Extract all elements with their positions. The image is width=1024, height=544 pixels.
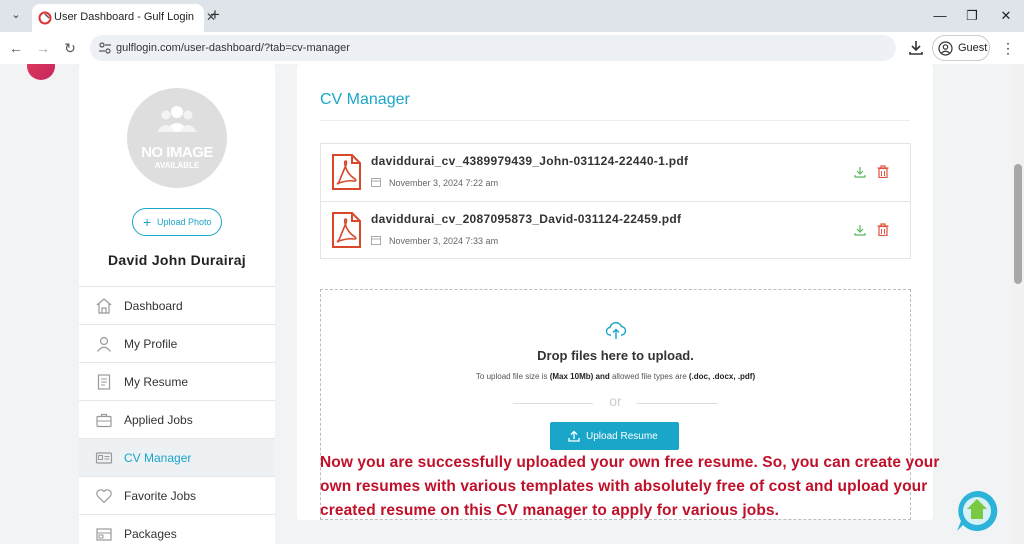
download-icon[interactable] [906, 38, 926, 58]
briefcase-icon [96, 413, 112, 428]
sidebar-item-label: My Resume [124, 375, 189, 389]
upload-icon [568, 430, 580, 442]
scrollbar-thumb[interactable] [1014, 164, 1022, 284]
file-date: November 3, 2024 7:33 am [389, 236, 499, 246]
sidebar-item-cv-manager[interactable]: CV Manager [79, 438, 275, 476]
tab-search-chevron-icon[interactable]: ⌄ [6, 5, 26, 25]
tab-title: User Dashboard - Gulf Login [54, 11, 195, 23]
forward-arrow-icon[interactable]: → [33, 38, 53, 58]
dropzone-title: Drop files here to upload. [537, 348, 694, 363]
package-icon [96, 528, 112, 541]
avatar: NO IMAGE AVAILABLE [127, 88, 227, 188]
calendar-icon [371, 178, 381, 187]
profile-icon [97, 336, 111, 352]
sidebar-item-label: Packages [124, 527, 177, 541]
dashboard-sidebar: NO IMAGE AVAILABLE + Upload Photo David … [79, 64, 275, 544]
resume-icon [97, 374, 111, 390]
available-text: AVAILABLE [154, 161, 200, 170]
download-icon[interactable] [854, 166, 866, 178]
restore-button[interactable]: ❐ [962, 6, 982, 26]
browser-menu-icon[interactable]: ⋮ [998, 38, 1018, 58]
chat-home-icon[interactable] [953, 487, 1001, 535]
browser-tab[interactable]: User Dashboard - Gulf Login ✕ [32, 4, 216, 32]
sidebar-item-packages[interactable]: Packages [79, 514, 275, 544]
back-arrow-icon[interactable]: ← [6, 38, 26, 58]
pdf-file-icon [332, 212, 361, 248]
address-bar[interactable]: gulflogin.com/user-dashboard/?tab=cv-man… [90, 35, 896, 61]
or-separator: or [609, 393, 622, 409]
title-divider [320, 120, 910, 121]
trash-icon[interactable] [877, 165, 889, 178]
upload-resume-label: Upload Resume [586, 431, 658, 442]
guest-label: Guest [958, 42, 988, 54]
sidebar-item-label: CV Manager [124, 451, 192, 465]
browser-tab-bar: ⌄ User Dashboard - Gulf Login ✕ + — ❐ ✕ [0, 0, 1024, 32]
reload-icon[interactable]: ↻ [60, 38, 80, 58]
browser-toolbar: ← → ↻ gulflogin.com/user-dashboard/?tab=… [0, 32, 1024, 64]
file-name[interactable]: daviddurai_cv_2087095873_David-031124-22… [371, 212, 681, 226]
dashboard-icon [96, 298, 112, 314]
annotation-caption: Now you are successfully uploaded your o… [320, 454, 940, 519]
user-name: David John Durairaj [108, 252, 246, 268]
new-tab-button[interactable]: + [210, 5, 220, 25]
or-divider-right [636, 403, 718, 404]
file-date: November 3, 2024 7:22 am [389, 178, 499, 188]
download-icon[interactable] [854, 224, 866, 236]
upload-resume-button[interactable]: Upload Resume [550, 422, 679, 450]
user-group-placeholder-icon [157, 106, 197, 132]
cv-file-list: daviddurai_cv_4389979439_John-031124-224… [320, 143, 911, 259]
page-title: CV Manager [320, 91, 410, 108]
minimize-button[interactable]: — [930, 6, 950, 26]
sidebar-item-my-resume[interactable]: My Resume [79, 362, 275, 400]
gulf-login-favicon-icon [38, 11, 52, 25]
sidebar-menu: Dashboard My Profile My Resume Applied J… [79, 286, 275, 544]
sidebar-item-favorite-jobs[interactable]: Favorite Jobs [79, 476, 275, 514]
list-item: daviddurai_cv_2087095873_David-031124-22… [321, 201, 910, 258]
sidebar-item-my-profile[interactable]: My Profile [79, 324, 275, 362]
cloud-upload-icon [605, 321, 627, 339]
id-card-icon [95, 452, 113, 464]
site-settings-icon[interactable] [98, 41, 112, 55]
sidebar-item-applied-jobs[interactable]: Applied Jobs [79, 400, 275, 438]
upload-photo-label: Upload Photo [157, 217, 212, 227]
sidebar-item-dashboard[interactable]: Dashboard [79, 286, 275, 324]
sidebar-item-label: Favorite Jobs [124, 489, 197, 503]
no-image-text: NO IMAGE [141, 144, 213, 161]
sidebar-item-label: My Profile [124, 337, 178, 351]
dropzone-hint: To upload file size is (Max 10Mb) and al… [475, 372, 756, 381]
sidebar-item-label: Dashboard [124, 299, 183, 313]
calendar-icon [371, 236, 381, 245]
upload-photo-button[interactable]: + Upload Photo [132, 208, 222, 236]
window-close-button[interactable]: ✕ [996, 6, 1016, 26]
profile-avatar-icon [938, 41, 953, 56]
heart-icon [96, 489, 112, 504]
pdf-file-icon [332, 154, 361, 190]
file-name[interactable]: daviddurai_cv_4389979439_John-031124-224… [371, 154, 688, 168]
page-content: NO IMAGE AVAILABLE + Upload Photo David … [0, 64, 1012, 544]
url-text: gulflogin.com/user-dashboard/?tab=cv-man… [116, 42, 350, 54]
instagram-icon[interactable] [27, 64, 55, 80]
plus-icon: + [143, 214, 152, 230]
list-item: daviddurai_cv_4389979439_John-031124-224… [321, 144, 910, 201]
sidebar-item-label: Applied Jobs [124, 413, 193, 427]
guest-profile-button[interactable]: Guest [932, 35, 990, 61]
trash-icon[interactable] [877, 223, 889, 236]
page-scrollbar[interactable] [1012, 64, 1024, 544]
